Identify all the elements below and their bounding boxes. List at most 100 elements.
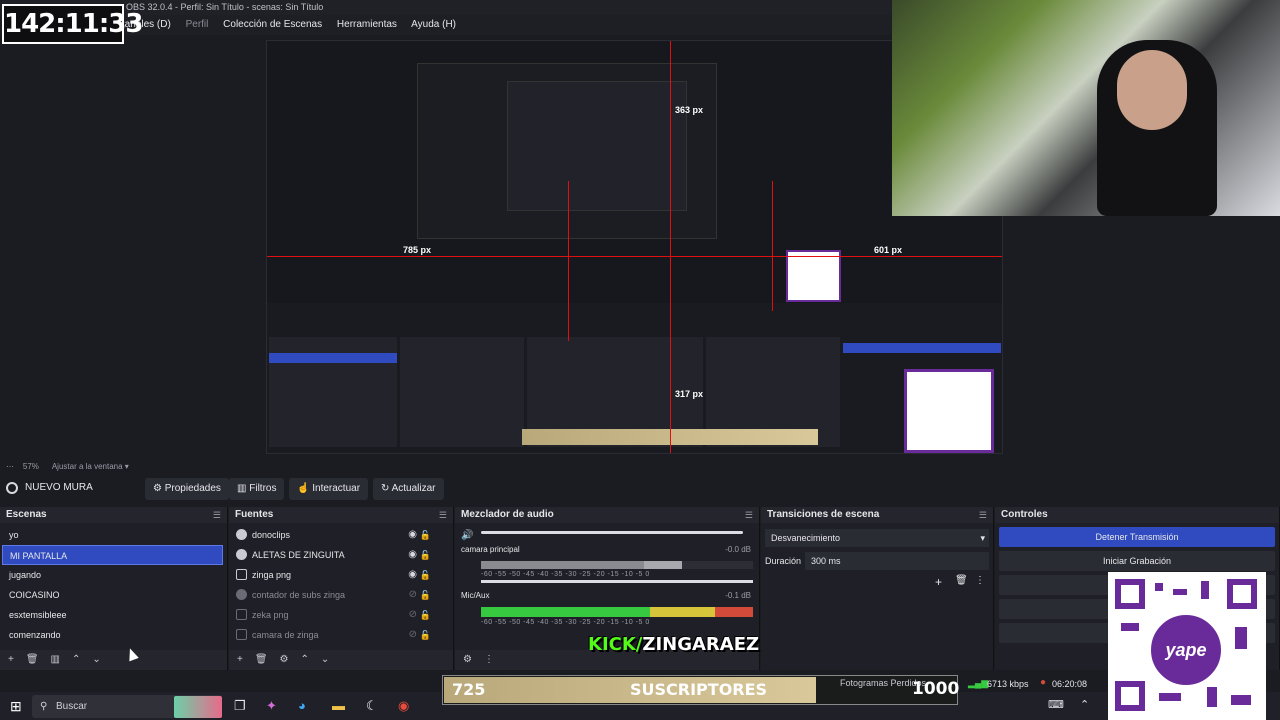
channel-name: Mic/Aux [461,591,490,600]
more-icon[interactable]: ⋮ [484,654,494,665]
windows-start-icon[interactable]: ⊞ [10,698,22,715]
more-icon[interactable]: ⋮ [975,575,985,586]
dock-menu-icon[interactable]: ☰ [745,507,753,523]
sources-dock: Fuentes ☰ donoclips ◉ 🔓 ALETAS DE ZINGUITA ◉… [229,507,454,670]
hand-icon: ☝ [297,483,313,494]
duration-input[interactable]: 300 ms [805,552,989,570]
channel-db: -0.0 dB [725,545,751,554]
mixer-dock-header: Mezclador de audio ☰ [455,507,759,523]
guide-label-left: 785 px [403,245,432,255]
edge-icon[interactable]: ◕ [298,698,306,713]
subs-progress: 725 SUSCRIPTORES [444,677,816,703]
sources-footer: + 🗑 ⚙ ⌃ ⌄ [229,650,453,670]
chevron-down-icon[interactable]: ⌄ [321,654,329,665]
yape-logo: yape [1148,612,1224,688]
scene-item[interactable]: jugando [2,565,223,585]
tray-up-icon[interactable]: ⌃ [1080,698,1089,711]
subs-goal: 1000 [912,679,960,699]
volume-slider[interactable] [481,531,743,534]
lock-icon[interactable]: 🔓 [420,625,431,645]
eye-hidden-icon[interactable]: ⊘ [409,625,417,645]
level-meter [481,561,753,569]
filters-button[interactable]: ▥ Filtros [229,478,285,500]
lock-icon[interactable]: 🔓 [420,525,431,545]
source-item-hidden[interactable]: contador de subs zinga ⊘ 🔓 [229,585,443,605]
lock-icon[interactable]: 🔓 [420,565,431,585]
lock-icon[interactable]: 🔓 [420,545,431,565]
add-icon[interactable]: + [8,654,14,665]
start-recording-button[interactable]: Iniciar Grabación [999,551,1275,571]
scenes-dock: Escenas ☰ yo MI PANTALLA jugando COICASIN… [0,507,228,670]
chevron-down-icon[interactable]: ▾ [125,462,129,471]
nested-qr [786,250,841,302]
channel-name: camara principal [461,545,520,554]
chevron-down-icon[interactable]: ⌄ [92,654,100,665]
chevron-up-icon[interactable]: ⌃ [72,654,80,665]
subs-count: 725 [452,680,486,699]
trash-icon[interactable]: 🗑 [255,654,268,665]
filter-icon: ▥ [237,483,250,494]
transitions-dock: Transiciones de escena ☰ Desvanecimiento ▾… [761,507,994,670]
zoom-mode[interactable]: Ajustar a la ventana [52,462,123,471]
eye-icon[interactable]: ◉ [408,545,417,565]
interact-button[interactable]: ☝ Interactuar [289,478,369,500]
chevron-down-icon: ▾ [980,533,985,543]
gear-icon[interactable]: ⚙ [463,654,472,665]
menu-item-coleccion[interactable]: Colección de Escenas [223,19,322,30]
trash-icon[interactable]: 🗑 [955,575,968,586]
scene-item[interactable]: yo [2,525,223,545]
dock-menu-icon[interactable]: ☰ [213,507,221,523]
refresh-button[interactable]: ↻ Actualizar [373,478,444,500]
add-icon[interactable]: + [237,654,243,665]
source-item[interactable]: ALETAS DE ZINGUITA ◉ 🔓 [229,545,443,565]
chevron-up-icon[interactable]: ⌃ [301,654,309,665]
folder-icon[interactable]: ▬ [332,698,345,713]
dock-menu-icon[interactable]: ☰ [439,507,447,523]
browser-icon [236,529,247,540]
properties-button[interactable]: ⚙ Propiedades [145,478,229,500]
source-item-hidden[interactable]: zeka png ⊘ 🔓 [229,605,443,625]
gear-icon[interactable]: ⚙ [280,654,289,665]
eye-hidden-icon[interactable]: ⊘ [409,585,417,605]
lock-icon[interactable]: 🔓 [420,585,431,605]
source-item[interactable]: donoclips ◉ 🔓 [229,525,443,545]
zoom-value[interactable]: 57% [23,462,39,471]
menu-item-herramientas[interactable]: Herramientas [337,19,397,30]
level-meter [481,607,753,617]
capcut-icon[interactable]: ☾ [366,698,378,714]
sources-dock-header: Fuentes ☰ [229,507,453,523]
source-item[interactable]: zinga png ◉ 🔓 [229,565,443,585]
guide-label-top: 363 px [675,105,704,115]
browser-icon [236,549,247,560]
eye-icon[interactable]: ◉ [408,565,417,585]
filter-icon[interactable]: ▥ [51,654,60,665]
image-icon [236,569,247,580]
scene-item[interactable]: COICASINO [2,585,223,605]
eye-hidden-icon[interactable]: ⊘ [409,605,417,625]
copilot-icon[interactable]: ✦ [266,698,277,714]
keyboard-icon[interactable]: ⌨ [1048,698,1064,711]
speaker-icon[interactable]: 🔊 [461,530,473,541]
add-icon[interactable]: + [935,575,942,589]
lock-icon[interactable]: 🔓 [420,605,431,625]
browser-icon [236,589,247,600]
menu-item-ayuda[interactable]: Ayuda (H) [411,19,456,30]
volume-slider[interactable] [481,580,753,583]
trash-icon[interactable]: 🗑 [26,654,39,665]
menu-item-perfil[interactable]: Perfil [186,19,209,30]
scene-item[interactable]: comenzando [2,625,223,645]
task-view-icon[interactable]: ❐ [234,698,246,714]
image-icon [236,609,247,620]
scene-item-selected[interactable]: MI PANTALLA [2,545,223,565]
zoom-bar: ⋯ 57% Ajustar a la ventana ▾ [6,462,129,471]
stop-stream-button[interactable]: Detener Transmisión [999,527,1275,547]
eye-icon[interactable]: ◉ [408,525,417,545]
scene-item[interactable]: esxtemsibleee [2,605,223,625]
controls-dock-header: Controles [995,507,1279,523]
transition-select[interactable]: Desvanecimiento ▾ [765,529,989,547]
source-item-hidden[interactable]: camara de zinga ⊘ 🔓 [229,625,443,645]
meter-ticks: -60 -55 -50 -45 -40 -35 -30 -25 -20 -15 … [481,619,650,626]
chrome-icon[interactable]: ◉ [398,698,409,714]
dock-menu-icon[interactable]: ☰ [979,507,987,523]
source-toolbar: NUEVO MURA ⚙ Propiedades ▥ Filtros ☝ Int… [0,476,1280,502]
